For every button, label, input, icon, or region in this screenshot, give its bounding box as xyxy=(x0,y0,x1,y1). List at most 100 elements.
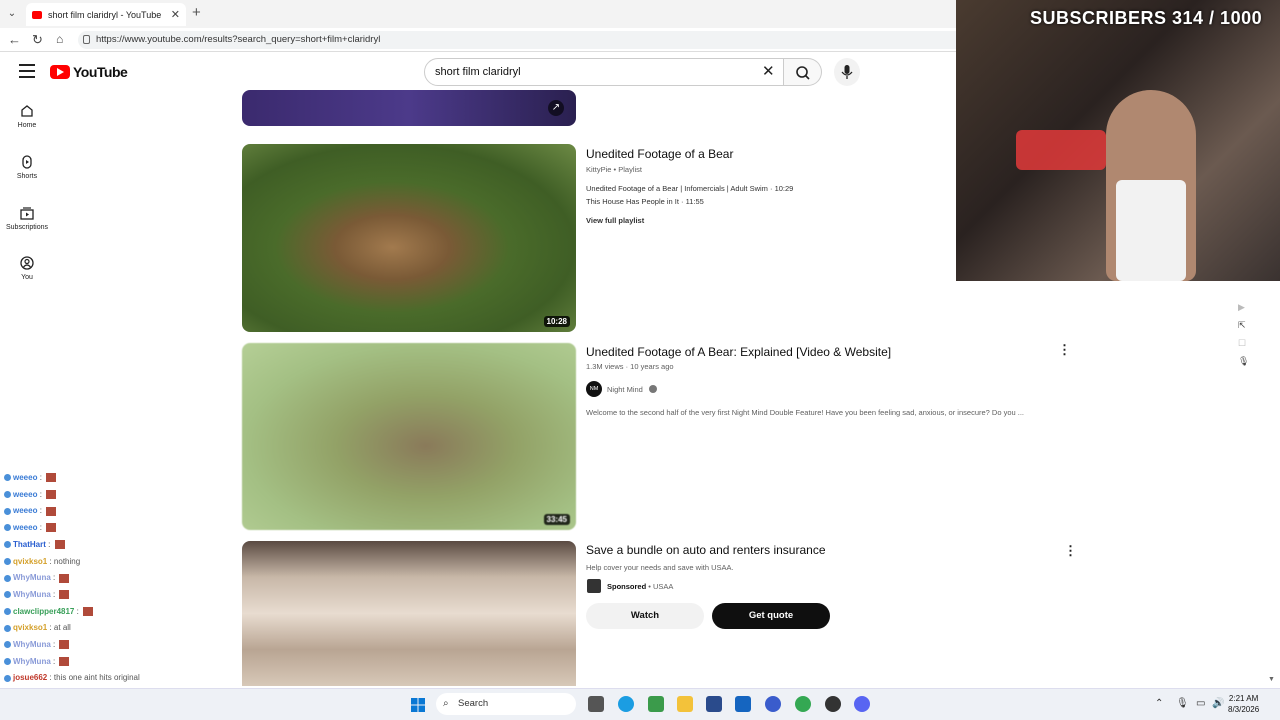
chat-separator: : xyxy=(47,623,54,633)
taskbar-search-label: Search xyxy=(458,698,489,709)
search-button[interactable] xyxy=(784,58,822,86)
search-input[interactable]: short film claridryl xyxy=(424,58,784,86)
chat-message: WhyMuna : xyxy=(4,573,70,583)
chat-message: qvixkso1 : nothing xyxy=(4,557,80,566)
get-quote-button[interactable]: Get quote xyxy=(712,603,830,629)
video-thumbnail[interactable]: 10:28 xyxy=(242,144,576,332)
youtube-logo[interactable]: YouTube xyxy=(50,64,128,80)
chat-message: ThatHart : xyxy=(4,539,65,550)
browser-tab[interactable]: short film claridryl - YouTube ✕ xyxy=(26,3,186,26)
clock-time: 2:21 AM xyxy=(1228,694,1259,703)
back-button[interactable]: ← xyxy=(8,32,21,47)
view-full-playlist-link[interactable]: View full playlist xyxy=(586,216,644,225)
channel-name[interactable]: KittyPie xyxy=(586,165,611,174)
voice-search-button[interactable] xyxy=(834,58,860,86)
chat-message: weeeo : xyxy=(4,490,57,500)
video-thumbnail[interactable]: ↗ xyxy=(242,90,576,126)
chat-username: WhyMuna xyxy=(13,640,51,649)
ad-thumbnail[interactable] xyxy=(242,541,576,686)
microphone-icon[interactable]: 🎙 xyxy=(1176,698,1189,709)
chat-badge-icon xyxy=(4,474,11,482)
chat-message: clawclipper4817 : xyxy=(4,606,94,616)
chat-username: ThatHart xyxy=(13,539,46,549)
video-title[interactable]: Unedited Footage of A Bear: Explained [V… xyxy=(586,345,891,359)
chat-emote xyxy=(59,657,70,667)
taskbar-search[interactable]: ⌕ Search xyxy=(436,693,576,715)
playlist-video-2[interactable]: This House Has People in It · 11:55 xyxy=(586,197,704,206)
watch-button[interactable]: Watch xyxy=(586,603,704,629)
sidebar-item-subscriptions[interactable]: Subscriptions xyxy=(0,206,54,231)
chat-emote xyxy=(46,506,57,516)
chat-username: WhyMuna xyxy=(13,589,51,599)
sidebar-item-you[interactable]: You xyxy=(0,256,54,281)
you-icon xyxy=(20,256,34,270)
channel-name[interactable]: Night Mind xyxy=(607,385,643,394)
video-meta: 1.3M views · 10 years ago xyxy=(586,362,674,371)
chat-username: qvixkso1 xyxy=(13,556,48,566)
app-icon[interactable] xyxy=(706,696,722,712)
play-icon[interactable]: ▶ xyxy=(1238,302,1245,313)
chat-emote xyxy=(83,606,94,616)
edge-icon[interactable] xyxy=(618,696,634,712)
shorts-icon xyxy=(22,155,32,169)
sidebar-item-shorts[interactable]: Shorts xyxy=(0,155,54,180)
more-actions-icon[interactable]: ⋮ xyxy=(1064,543,1077,559)
channel-avatar[interactable]: NM xyxy=(586,381,602,397)
chat-badge-icon xyxy=(4,524,11,532)
clock[interactable]: 2:21 AM 8/3/2026 xyxy=(1228,693,1259,715)
tray-chevron-icon[interactable]: ⌃ xyxy=(1155,698,1163,709)
video-title[interactable]: Unedited Footage of a Bear xyxy=(586,147,733,161)
chat-username: weeeo xyxy=(13,506,38,516)
youtube-favicon-icon xyxy=(32,10,42,19)
lock-icon xyxy=(83,35,90,44)
sidebar-item-home[interactable]: Home xyxy=(0,104,54,129)
chat-separator: : xyxy=(50,656,58,666)
chat-text: at all xyxy=(53,623,71,633)
close-tab-icon[interactable]: ✕ xyxy=(171,8,180,21)
more-actions-icon[interactable]: ⋮ xyxy=(1058,342,1071,358)
reload-button[interactable]: ↻ xyxy=(32,32,43,48)
chat-badge-icon xyxy=(4,674,11,682)
advertiser-name: USAA xyxy=(652,582,674,591)
chat-message: qvixkso1 : at all xyxy=(4,623,71,632)
search-icon: ⌕ xyxy=(443,698,449,709)
chat-icon[interactable]: ☐ xyxy=(1238,338,1246,349)
subscriptions-icon xyxy=(20,207,34,220)
playlist-video-1[interactable]: Unedited Footage of a Bear | Infomercial… xyxy=(586,184,793,193)
chat-emote xyxy=(46,490,57,500)
file-explorer-icon[interactable] xyxy=(677,696,693,712)
app-icon[interactable] xyxy=(588,696,604,712)
store-icon[interactable] xyxy=(648,696,664,712)
neon-sign xyxy=(1016,130,1106,170)
share-icon[interactable]: ⇱ xyxy=(1238,320,1246,331)
chat-badge-icon xyxy=(4,607,11,615)
url-field[interactable]: https://www.youtube.com/results?search_q… xyxy=(78,31,968,49)
chat-badge-icon xyxy=(4,574,11,582)
windows-start-icon[interactable] xyxy=(410,697,426,713)
new-tab-button[interactable]: + xyxy=(192,4,201,21)
mic-icon[interactable]: 🎙 xyxy=(1238,356,1249,367)
chat-badge-icon xyxy=(4,557,11,565)
sidebar-label: Home xyxy=(17,122,37,129)
home-icon xyxy=(21,105,33,117)
discord-icon[interactable] xyxy=(854,696,870,712)
chat-username: weeeo xyxy=(13,473,38,482)
app-icon[interactable] xyxy=(765,696,781,712)
chat-badge-icon xyxy=(4,591,11,599)
tab-list-button[interactable]: ⌄ xyxy=(4,6,20,22)
chat-message: josue662 : this one aint hits original xyxy=(4,673,140,682)
chrome-icon[interactable] xyxy=(795,696,811,712)
ad-title[interactable]: Save a bundle on auto and renters insura… xyxy=(586,543,826,557)
playlist-meta: KittyPie • Playlist xyxy=(586,165,642,174)
clear-search-icon[interactable]: ✕ xyxy=(762,62,775,80)
video-thumbnail[interactable]: 33:45 xyxy=(242,343,576,530)
outlook-icon[interactable] xyxy=(735,696,751,712)
home-button[interactable]: ⌂ xyxy=(56,32,63,46)
obs-icon[interactable] xyxy=(825,696,841,712)
chat-separator: : xyxy=(37,473,45,482)
scroll-down-arrow[interactable]: ▼ xyxy=(1268,676,1275,683)
open-external-icon: ↗ xyxy=(548,100,564,116)
network-icon[interactable]: ▭ xyxy=(1196,698,1205,709)
volume-icon[interactable]: 🔊 xyxy=(1212,698,1224,709)
guide-menu-button[interactable] xyxy=(19,64,35,78)
